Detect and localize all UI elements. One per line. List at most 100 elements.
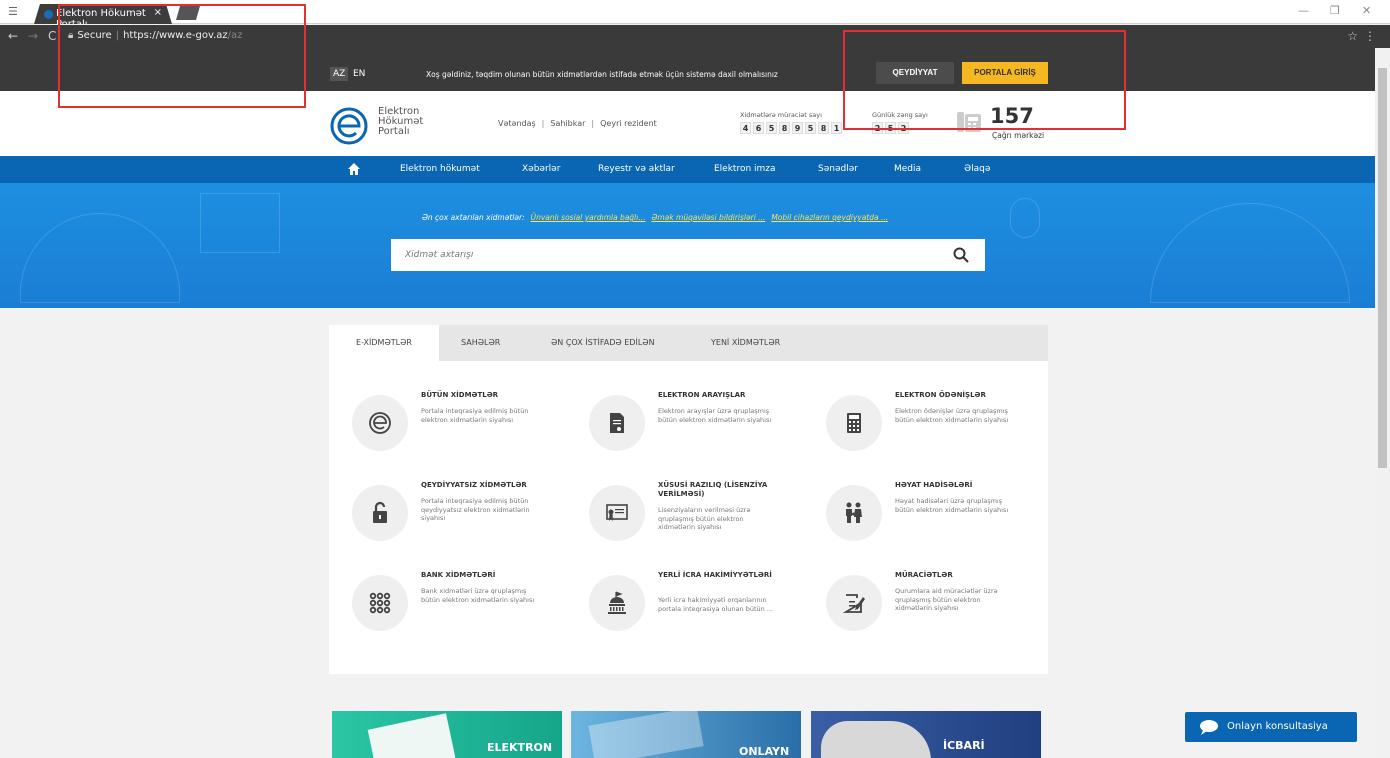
banner-text: İCBARİ bbox=[943, 739, 985, 752]
forward-icon[interactable]: → bbox=[28, 29, 38, 43]
service-desc: Elektron arayışlar üzrə qruplaşmış bütün… bbox=[658, 407, 772, 424]
car-image bbox=[821, 721, 931, 758]
service-search bbox=[391, 239, 985, 271]
document-icon bbox=[610, 413, 624, 433]
nav-item-media[interactable]: Media bbox=[894, 164, 921, 174]
service-e-references[interactable]: ELEKTRON ARAYIŞLAR Elektron arayışlar üz… bbox=[566, 387, 796, 472]
service-unregistered[interactable]: QEYDİYYATSIZ XİDMƏTLƏR Portala inteqrasi… bbox=[329, 477, 559, 562]
counter-digit: 8 bbox=[818, 122, 829, 134]
service-license[interactable]: XÜSUSİ RAZILIQ (LİSENZİYA VERİLMƏSİ) Lis… bbox=[566, 477, 796, 562]
bookmark-star-icon[interactable]: ☆ bbox=[1347, 29, 1358, 43]
hero-decoration bbox=[200, 193, 280, 253]
service-desc: Portala inteqrasiya edilmiş bütün elektr… bbox=[421, 407, 529, 424]
popular-link[interactable]: Mobil cihazların qeydiyyatda ... bbox=[771, 213, 888, 222]
browser-menu-icon[interactable]: ⋮ bbox=[1364, 29, 1376, 43]
service-desc: Yerli icra hakimiyyəti orqanlarının port… bbox=[658, 596, 773, 613]
call-center-label: Çağrı mərkəzi bbox=[992, 131, 1045, 140]
annotation-box bbox=[58, 4, 306, 108]
e-gov-logo-icon bbox=[369, 412, 391, 434]
service-title: BANK XİDMƏTLƏRİ bbox=[421, 571, 496, 579]
close-window-icon[interactable]: ✕ bbox=[1362, 4, 1371, 17]
service-desc: Qurumlara aid müraciətlər üzrə qruplaşmı… bbox=[895, 587, 998, 612]
online-consultation-button[interactable]: Onlayn konsultasiya bbox=[1185, 712, 1357, 742]
nav-item-e-signature[interactable]: Elektron imza bbox=[714, 164, 776, 174]
government-building-icon bbox=[608, 591, 626, 614]
lang-az-button[interactable]: AZ bbox=[330, 67, 349, 81]
service-title: QEYDİYYATSIZ XİDMƏTLƏR bbox=[421, 481, 527, 489]
hero-decoration bbox=[1150, 203, 1350, 303]
nav-item-documents[interactable]: Sənədlər bbox=[818, 164, 858, 174]
service-title: ELEKTRON ÖDƏNİŞLƏR bbox=[895, 391, 986, 399]
lang-en-button[interactable]: EN bbox=[350, 67, 368, 81]
service-life-events[interactable]: HƏYAT HADİSƏLƏRİ Həyat hadisələri üzrə q… bbox=[803, 477, 1033, 562]
scrollbar-thumb[interactable] bbox=[1378, 68, 1387, 468]
service-local-government[interactable]: YERLİ İCRA HAKİMİYYƏTLƏRİ Yerli icra hak… bbox=[566, 567, 796, 652]
service-desc: Həyat hadisələri üzrə qruplaşmış bütün e… bbox=[895, 497, 1009, 514]
service-appeals[interactable]: MÜRACİƏTLƏR Qurumlara aid müraciətlər üz… bbox=[803, 567, 1033, 652]
maximize-icon[interactable]: ❐ bbox=[1330, 4, 1340, 17]
home-icon[interactable] bbox=[347, 162, 361, 176]
popular-link[interactable]: Ünvanlı sosial yardımla bağlı... bbox=[531, 213, 646, 222]
window-menu-icon[interactable]: ☰ bbox=[8, 5, 18, 18]
favicon-icon bbox=[44, 10, 53, 19]
grid-dots-icon bbox=[369, 592, 391, 614]
search-input[interactable] bbox=[391, 239, 931, 271]
nav-item-contact[interactable]: Əlaqə bbox=[964, 164, 990, 174]
unlock-icon bbox=[373, 501, 387, 523]
counter-digit: 9 bbox=[792, 122, 803, 134]
family-icon bbox=[846, 502, 862, 523]
service-title: XÜSUSİ RAZILIQ (LİSENZİYA VERİLMƏSİ) bbox=[658, 481, 768, 498]
service-bank[interactable]: BANK XİDMƏTLƏRİ Bank xidmətləri üzrə qru… bbox=[329, 567, 559, 652]
tab-new-services[interactable]: YENİ XİDMƏTLƏR bbox=[699, 325, 792, 361]
annotation-box bbox=[843, 30, 1126, 130]
search-icon[interactable] bbox=[953, 247, 969, 263]
tab-e-services[interactable]: E-XİDMƏTLƏR bbox=[329, 325, 439, 361]
promo-banner-mandatory[interactable]: İCBARİ bbox=[811, 711, 1041, 758]
chat-bubble-icon bbox=[1200, 720, 1218, 735]
service-desc: Lisenziyaların verilməsi üzrə qruplaşmış… bbox=[658, 506, 751, 531]
user-type-links: Vətəndaş | Sahibkar | Qeyri rezident bbox=[498, 119, 657, 128]
requests-count-label: Xidmətlərə müraciət sayı bbox=[740, 111, 822, 119]
tab-most-used[interactable]: ƏN ÇOX İSTİFADƏ EDİLƏN bbox=[539, 325, 667, 361]
services-tabs: E-XİDMƏTLƏR SAHƏLƏR ƏN ÇOX İSTİFADƏ EDİL… bbox=[329, 325, 1048, 361]
popular-label: Ən çox axtarılan xidmətlər: bbox=[422, 213, 525, 222]
nav-item-e-government[interactable]: Elektron hökumət bbox=[400, 164, 480, 174]
back-icon[interactable]: ← bbox=[8, 29, 18, 43]
counter-digit: 1 bbox=[831, 122, 842, 134]
chat-label: Onlayn konsultasiya bbox=[1227, 721, 1328, 732]
hero-banner: Ən çox axtarılan xidmətlər: Ünvanlı sosia… bbox=[0, 183, 1375, 308]
tab-areas[interactable]: SAHƏLƏR bbox=[449, 325, 512, 361]
counter-digit: 6 bbox=[753, 122, 764, 134]
hero-decoration bbox=[1010, 198, 1040, 238]
services-panel: E-XİDMƏTLƏR SAHƏLƏR ƏN ÇOX İSTİFADƏ EDİL… bbox=[329, 325, 1048, 674]
main-nav: Elektron hökumət Xəbərlər Reyestr və akt… bbox=[0, 156, 1375, 183]
counter-digit: 5 bbox=[766, 122, 777, 134]
welcome-text: Xoş gəldiniz, təqdim olunan bütün xidmət… bbox=[426, 70, 778, 79]
user-business-link[interactable]: Sahibkar bbox=[550, 119, 585, 128]
page-scrollbar[interactable] bbox=[1375, 48, 1390, 758]
service-desc: Portala inteqrasiya edilmiş bütün qeydiy… bbox=[421, 497, 530, 522]
promo-banner-electronic[interactable]: ELEKTRON bbox=[332, 711, 562, 758]
user-citizen-link[interactable]: Vətəndaş bbox=[498, 119, 536, 128]
banner-text: ONLAYN bbox=[739, 745, 790, 758]
promo-banner-online[interactable]: ONLAYN bbox=[571, 711, 801, 758]
popular-link[interactable]: Əmək müqaviləsi bildirişləri ... bbox=[652, 213, 766, 222]
card-image bbox=[588, 711, 704, 758]
service-desc: Elektron ödənişlər üzrə qruplaşmış bütün… bbox=[895, 407, 1009, 424]
service-title: BÜTÜN XİDMƏTLƏR bbox=[421, 391, 499, 399]
counter-digit: 4 bbox=[740, 122, 751, 134]
certificate-icon bbox=[606, 504, 628, 521]
e-gov-logo-icon[interactable] bbox=[330, 107, 368, 145]
user-nonresident-link[interactable]: Qeyri rezident bbox=[600, 119, 657, 128]
service-title: ELEKTRON ARAYIŞLAR bbox=[658, 391, 746, 399]
service-e-payments[interactable]: ELEKTRON ÖDƏNİŞLƏR Elektron ödənişlər üz… bbox=[803, 387, 1033, 472]
nav-item-news[interactable]: Xəbərlər bbox=[522, 164, 560, 174]
reload-icon[interactable]: C bbox=[48, 29, 56, 43]
logo-text: Elektron Hökumət Portalı bbox=[378, 106, 424, 137]
service-all[interactable]: BÜTÜN XİDMƏTLƏR Portala inteqrasiya edil… bbox=[329, 387, 559, 472]
counter-digit: 8 bbox=[779, 122, 790, 134]
popular-services: Ən çox axtarılan xidmətlər: Ünvanlı sosia… bbox=[422, 213, 894, 222]
minimize-icon[interactable]: — bbox=[1298, 4, 1309, 17]
nav-item-registry[interactable]: Reyestr və aktlar bbox=[598, 164, 675, 174]
edit-note-icon bbox=[842, 594, 865, 613]
